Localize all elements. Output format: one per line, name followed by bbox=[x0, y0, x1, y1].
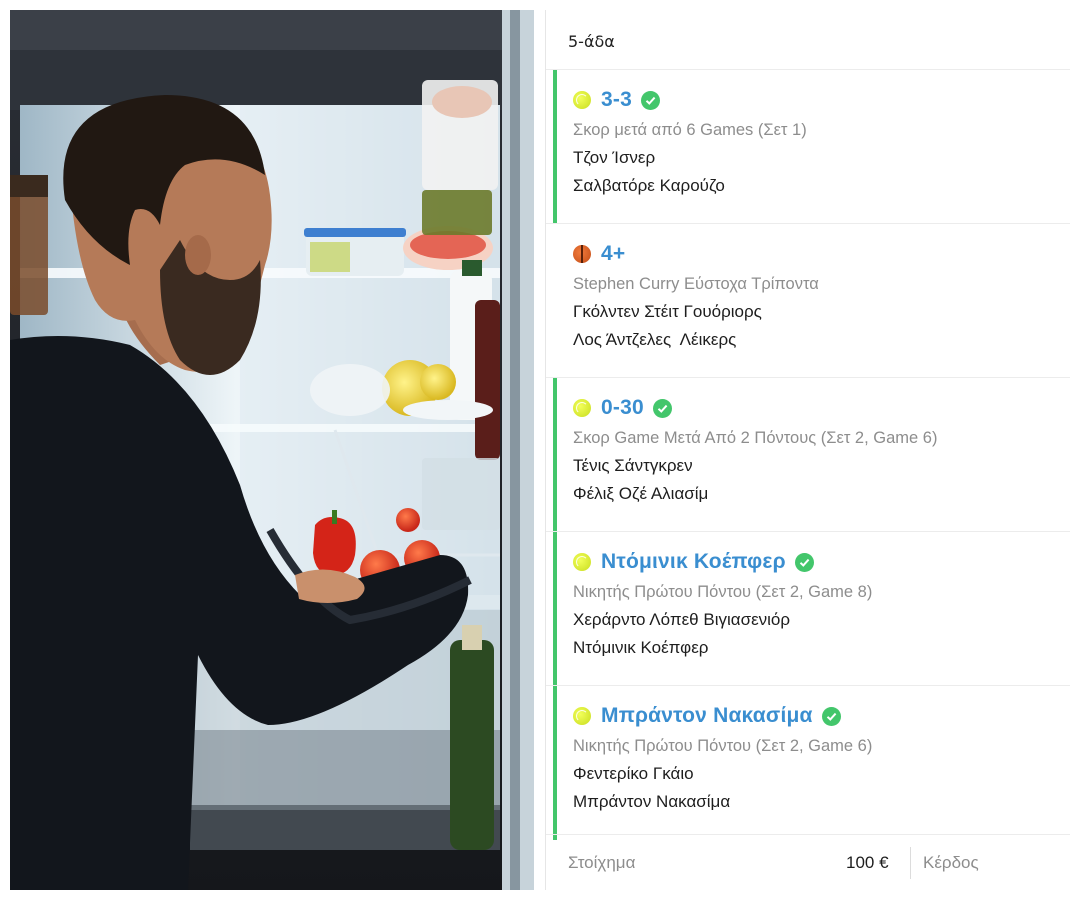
footer-divider bbox=[910, 846, 911, 879]
bet-market: Stephen Curry Εύστοχα Τρίποντα bbox=[573, 275, 819, 293]
stake-label: Στοίχημα bbox=[568, 852, 636, 872]
bet-team-2: Μπράντον Νακασίμα bbox=[573, 792, 731, 811]
bet-slip: 5-άδα 3-3 Σκορ μετά από 6 Games (Σετ 1) … bbox=[545, 10, 1070, 890]
stake-value: 100 € bbox=[846, 852, 889, 872]
check-circle-icon bbox=[821, 706, 841, 726]
bet-selection: Μπράντον Νακασίμα bbox=[601, 704, 813, 727]
bet-selection: 3-3 bbox=[601, 88, 632, 111]
win-indicator-bar bbox=[553, 532, 557, 685]
bet-team-2: Σαλβατόρε Καρούζο bbox=[573, 176, 725, 195]
bet-leg-3[interactable]: 0-30 Σκορ Game Μετά Από 2 Πόντους (Σετ 2… bbox=[546, 378, 1070, 532]
bet-leg-5[interactable]: Μπράντον Νακασίμα Νικητής Πρώτου Πόντου … bbox=[546, 686, 1070, 840]
payout-label: Κέρδος bbox=[923, 852, 979, 872]
bet-selection: Ντόμινικ Κοέπφερ bbox=[601, 550, 786, 573]
bet-team-1: Χεράρντο Λόπεθ Βιγιασενιόρ bbox=[573, 610, 791, 629]
bet-team-2: Λος Άντζελες Λέικερς bbox=[573, 330, 737, 349]
bet-slip-footer: Στοίχημα 100 € Κέρδος bbox=[546, 834, 1070, 890]
tennis-ball-icon bbox=[573, 399, 591, 417]
bet-market: Νικητής Πρώτου Πόντου (Σετ 2, Game 6) bbox=[573, 737, 873, 755]
bet-leg-2[interactable]: 4+ Stephen Curry Εύστοχα Τρίποντα Γκόλντ… bbox=[546, 224, 1070, 378]
bet-market: Νικητής Πρώτου Πόντου (Σετ 2, Game 8) bbox=[573, 583, 873, 601]
tennis-ball-icon bbox=[573, 91, 591, 109]
check-circle-icon bbox=[794, 552, 814, 572]
basketball-icon bbox=[573, 245, 591, 263]
bet-slip-header: 5-άδα bbox=[546, 10, 1070, 70]
win-indicator-bar bbox=[553, 70, 557, 223]
bet-team-2: Φέλιξ Οζέ Αλιασίμ bbox=[573, 484, 709, 503]
bet-selection: 4+ bbox=[601, 242, 626, 265]
bet-team-1: Γκόλντεν Στέιτ Γουόριορς bbox=[573, 302, 762, 321]
check-circle-icon bbox=[652, 398, 672, 418]
bet-leg-4[interactable]: Ντόμινικ Κοέπφερ Νικητής Πρώτου Πόντου (… bbox=[546, 532, 1070, 686]
bet-team-2: Ντόμινικ Κοέπφερ bbox=[573, 638, 709, 657]
win-indicator-bar bbox=[553, 686, 557, 840]
bet-market: Σκορ Game Μετά Από 2 Πόντους (Σετ 2, Gam… bbox=[573, 429, 938, 447]
photo-man-at-fridge bbox=[10, 10, 534, 890]
check-circle-icon bbox=[640, 90, 660, 110]
bet-selection: 0-30 bbox=[601, 396, 644, 419]
bet-team-1: Φεντερίκο Γκάιο bbox=[573, 764, 694, 783]
tennis-ball-icon bbox=[573, 707, 591, 725]
bet-team-1: Τένις Σάντγκρεν bbox=[573, 456, 693, 475]
bet-team-1: Τζον Ίσνερ bbox=[573, 148, 656, 167]
win-indicator-bar bbox=[553, 378, 557, 531]
bet-leg-1[interactable]: 3-3 Σκορ μετά από 6 Games (Σετ 1) Τζον Ί… bbox=[546, 70, 1070, 224]
bet-market: Σκορ μετά από 6 Games (Σετ 1) bbox=[573, 121, 807, 139]
tennis-ball-icon bbox=[573, 553, 591, 571]
